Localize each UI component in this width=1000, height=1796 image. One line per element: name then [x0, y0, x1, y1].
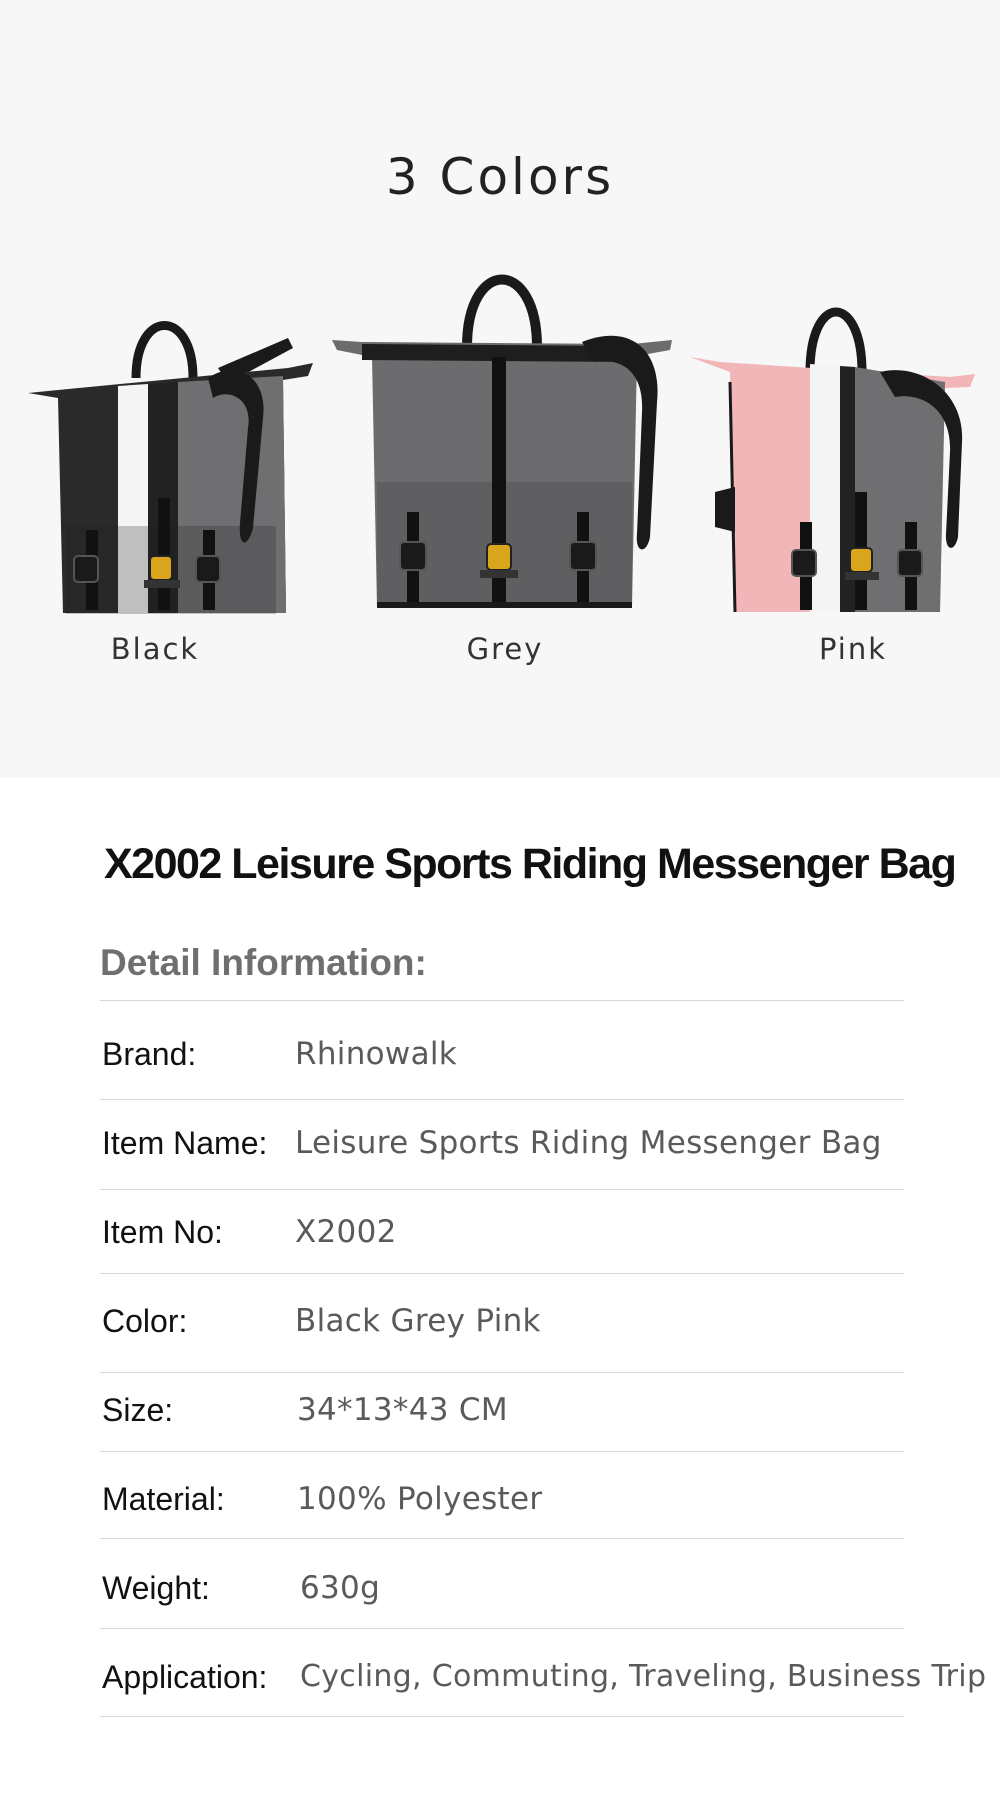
spec-key: Weight: [102, 1570, 210, 1606]
spec-value: Rhinowalk [295, 1036, 458, 1072]
divider [100, 1451, 904, 1452]
divider [100, 1000, 904, 1001]
spec-value: Cycling, Commuting, Traveling, Business … [300, 1659, 987, 1694]
detail-information-heading: Detail Information: [100, 942, 427, 983]
spec-value: X2002 [295, 1214, 397, 1250]
divider [100, 1273, 904, 1274]
bag-image-grey[interactable] [332, 262, 672, 622]
spec-value: Black Grey Pink [295, 1303, 541, 1339]
spec-key: Item Name: [102, 1125, 268, 1161]
divider [100, 1628, 904, 1629]
spec-key: Size: [102, 1392, 174, 1428]
spec-row-item-name: Item Name: Leisure Sports Riding Messeng… [100, 1125, 904, 1165]
spec-value: 100% Polyester [297, 1481, 543, 1517]
spec-key: Brand: [102, 1036, 197, 1072]
colors-title: 3 Colors [385, 148, 615, 206]
divider [100, 1372, 904, 1373]
spec-row-material: Material: 100% Polyester [100, 1481, 904, 1521]
spec-value: Leisure Sports Riding Messenger Bag [295, 1125, 882, 1161]
divider [100, 1099, 904, 1100]
spec-row-weight: Weight: 630g [100, 1570, 904, 1610]
spec-row-application: Application: Cycling, Commuting, Traveli… [100, 1659, 986, 1699]
bag-image-black[interactable] [28, 298, 318, 618]
spec-value: 630g [300, 1570, 381, 1606]
spec-key: Item No: [102, 1214, 223, 1250]
product-title: X2002 Leisure Sports Riding Messenger Ba… [104, 840, 957, 888]
divider [100, 1189, 904, 1190]
divider [100, 1538, 904, 1539]
spec-row-item-no: Item No: X2002 [100, 1214, 904, 1254]
spec-key: Material: [102, 1481, 225, 1517]
bag-image-pink[interactable] [690, 292, 980, 618]
spec-row-color: Color: Black Grey Pink [100, 1303, 904, 1343]
bag-label-grey: Grey [466, 632, 544, 666]
bag-label-pink: Pink [818, 632, 888, 666]
spec-key: Color: [102, 1303, 188, 1339]
spec-row-brand: Brand: Rhinowalk [100, 1036, 904, 1076]
divider [100, 1716, 904, 1717]
bag-label-black: Black [110, 632, 200, 666]
colors-section: 3 Colors Black Grey Pink [0, 0, 1000, 778]
spec-row-size: Size: 34*13*43 CM [100, 1392, 904, 1432]
spec-value: 34*13*43 CM [297, 1392, 508, 1428]
spec-key: Application: [102, 1659, 268, 1695]
